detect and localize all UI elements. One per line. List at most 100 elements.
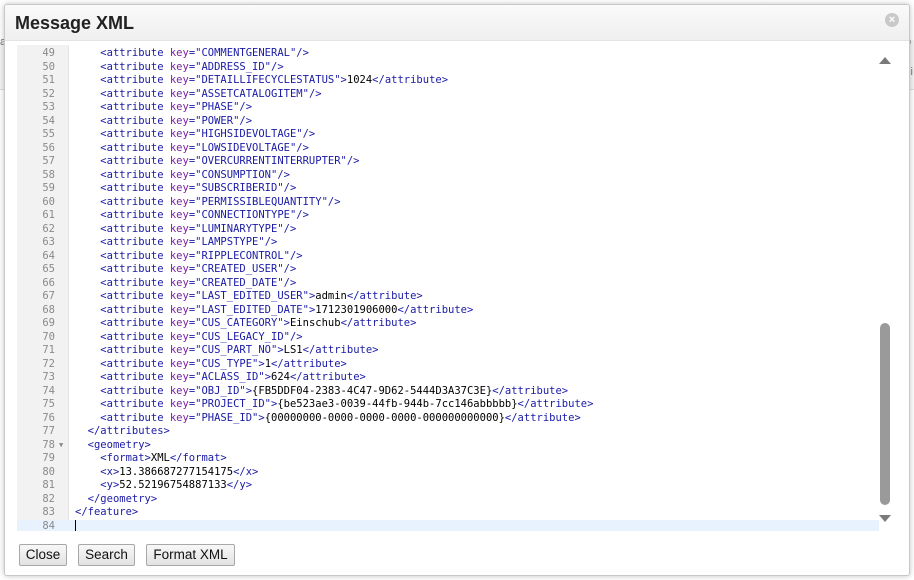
line-number: 59 [42,182,55,194]
line-code: </feature> [75,506,139,518]
line-number: 73 [42,371,55,383]
code-line: 55 <attribute key="HIGHSIDEVOLTAGE"/> [17,128,879,142]
line-number: 67 [42,290,55,302]
line-number: 70 [42,330,55,343]
line-number: 83 [42,506,55,518]
code-line: 50 <attribute key="ADDRESS_ID"/> [17,61,879,75]
line-code: <attribute key="ACLASS_ID">624</attribut… [100,371,366,383]
line-number: 61 [42,209,55,221]
code-line: 65 <attribute key="CREATED_USER"/> [17,263,879,277]
close-button[interactable]: Close [19,544,67,566]
format-xml-button[interactable]: Format XML [146,544,235,566]
line-number: 60 [42,195,55,208]
code-line: 53 <attribute key="PHASE"/> [17,101,879,115]
scrollbar-thumb[interactable] [880,323,890,505]
search-button[interactable]: Search [78,544,135,566]
code-line: 79 <format>XML</format> [17,452,879,466]
line-number: 58 [42,168,55,181]
code-line: 64 <attribute key="RIPPLECONTROL"/> [17,250,879,264]
line-code: <attribute key="PERMISSIBLEQUANTITY"/> [100,195,341,208]
code-line: 81 <y>52.52196754887133</y> [17,479,879,493]
line-number: 69 [42,317,55,329]
line-code: <attribute key="LAMPSTYPE"/> [100,236,278,248]
line-code: <attribute key="RIPPLECONTROL"/> [100,249,303,262]
code-line: 49 <attribute key="COMMENTGENERAL"/> [17,47,879,61]
line-code: <attribute key="OBJ_ID">{FB5DDF04-2383-4… [100,384,569,397]
code-line: 82 </geometry> [17,493,879,507]
line-code: <attribute key="PROJECT_ID">{be523ae3-00… [100,398,594,410]
code-line: 77 </attributes> [17,425,879,439]
line-code: <attribute key="PHASE_ID">{00000000-0000… [100,411,581,424]
line-number: 78 [42,438,55,451]
line-number: 72 [42,357,55,370]
line-code: <attribute key="CONSUMPTION"/> [100,168,290,181]
line-code: <attribute key="CUS_LEGACY_ID"/> [100,330,303,343]
code-line: 59 <attribute key="SUBSCRIBERID"/> [17,182,879,196]
line-code: <attribute key="CUS_PART_NO">LS1</attrib… [100,344,379,356]
line-number: 53 [42,101,55,113]
line-code: <attribute key="HIGHSIDEVOLTAGE"/> [100,128,316,140]
line-code: <attribute key="ADDRESS_ID"/> [100,60,284,73]
line-code: <geometry> [87,438,151,451]
code-line: 75 <attribute key="PROJECT_ID">{be523ae3… [17,398,879,412]
code-line: 74 <attribute key="OBJ_ID">{FB5DDF04-238… [17,385,879,399]
line-code: <y>52.52196754887133</y> [100,479,253,491]
line-number: 54 [42,114,55,127]
line-number: 81 [42,479,55,491]
code-line: 60 <attribute key="PERMISSIBLEQUANTITY"/… [17,196,879,210]
code-line: 73 <attribute key="ACLASS_ID">624</attri… [17,371,879,385]
line-number: 56 [42,141,55,154]
code-lines: 49 <attribute key="COMMENTGENERAL"/> 50 <… [17,47,879,531]
line-code: <attribute key="CONNECTIONTYPE"/> [100,209,309,221]
line-code: <attribute key="POWER"/> [100,114,253,127]
code-line: 58 <attribute key="CONSUMPTION"/> [17,169,879,183]
line-number: 64 [42,249,55,262]
code-line: 80 <x>13.386687277154175</x> [17,466,879,480]
code-line: 67 <attribute key="LAST_EDITED_USER">adm… [17,290,879,304]
line-number: 50 [42,60,55,73]
line-code [75,519,76,531]
fold-arrow-icon[interactable]: ▼ [59,439,63,453]
code-line: 63 <attribute key="LAMPSTYPE"/> [17,236,879,250]
code-line: 83 </feature> [17,506,879,520]
line-code: <attribute key="CUS_TYPE">1</attribute> [100,357,347,370]
code-line: 52 <attribute key="ASSETCATALOGITEM"/> [17,88,879,102]
line-number: 79 [42,452,55,464]
line-number: 75 [42,398,55,410]
line-number: 80 [42,465,55,478]
scroll-up-arrow-icon[interactable] [879,57,891,64]
line-code: <attribute key="PHASE"/> [100,101,253,113]
line-code: <attribute key="LOWSIDEVOLTAGE"/> [100,141,309,154]
line-code: <x>13.386687277154175</x> [100,465,259,478]
line-number: 49 [42,47,55,59]
line-number: 62 [42,222,55,235]
line-number: 66 [42,276,55,289]
scroll-down-arrow-icon[interactable] [879,515,891,522]
code-line: 66 <attribute key="CREATED_DATE"/> [17,277,879,291]
line-code: <attribute key="LAST_EDITED_DATE">171230… [100,303,474,316]
code-line: 51 <attribute key="DETAILLIFECYCLESTATUS… [17,74,879,88]
dialog-title: Message XML [15,13,135,33]
xml-code-editor[interactable]: 49 <attribute key="COMMENTGENERAL"/> 50 <… [17,45,897,531]
message-xml-dialog: Message XML × 49 <attribute key="COMMENT… [4,4,910,576]
code-line: 70 <attribute key="CUS_LEGACY_ID"/> [17,331,879,345]
line-number: 52 [42,87,55,100]
line-number: 55 [42,128,55,140]
dialog-footer: Close Search Format XML [5,535,909,575]
line-code: <attribute key="DETAILLIFECYCLESTATUS">1… [100,74,449,86]
line-code: <attribute key="LAST_EDITED_USER">admin<… [100,290,423,302]
line-code: <attribute key="COMMENTGENERAL"/> [100,47,309,59]
line-number: 76 [42,411,55,424]
line-number: 65 [42,263,55,275]
code-line: 76 <attribute key="PHASE_ID">{00000000-0… [17,412,879,426]
code-line: 78 ▼ <geometry> [17,439,879,453]
line-code: <attribute key="CREATED_USER"/> [100,263,297,275]
line-number: 51 [42,74,55,86]
code-line: 62 <attribute key="LUMINARYTYPE"/> [17,223,879,237]
close-icon[interactable]: × [885,13,899,27]
code-line: 61 <attribute key="CONNECTIONTYPE"/> [17,209,879,223]
editor-scrollbar[interactable] [877,57,893,525]
line-number: 84 [42,519,55,532]
code-line: 72 <attribute key="CUS_TYPE">1</attribut… [17,358,879,372]
text-cursor [75,519,76,531]
